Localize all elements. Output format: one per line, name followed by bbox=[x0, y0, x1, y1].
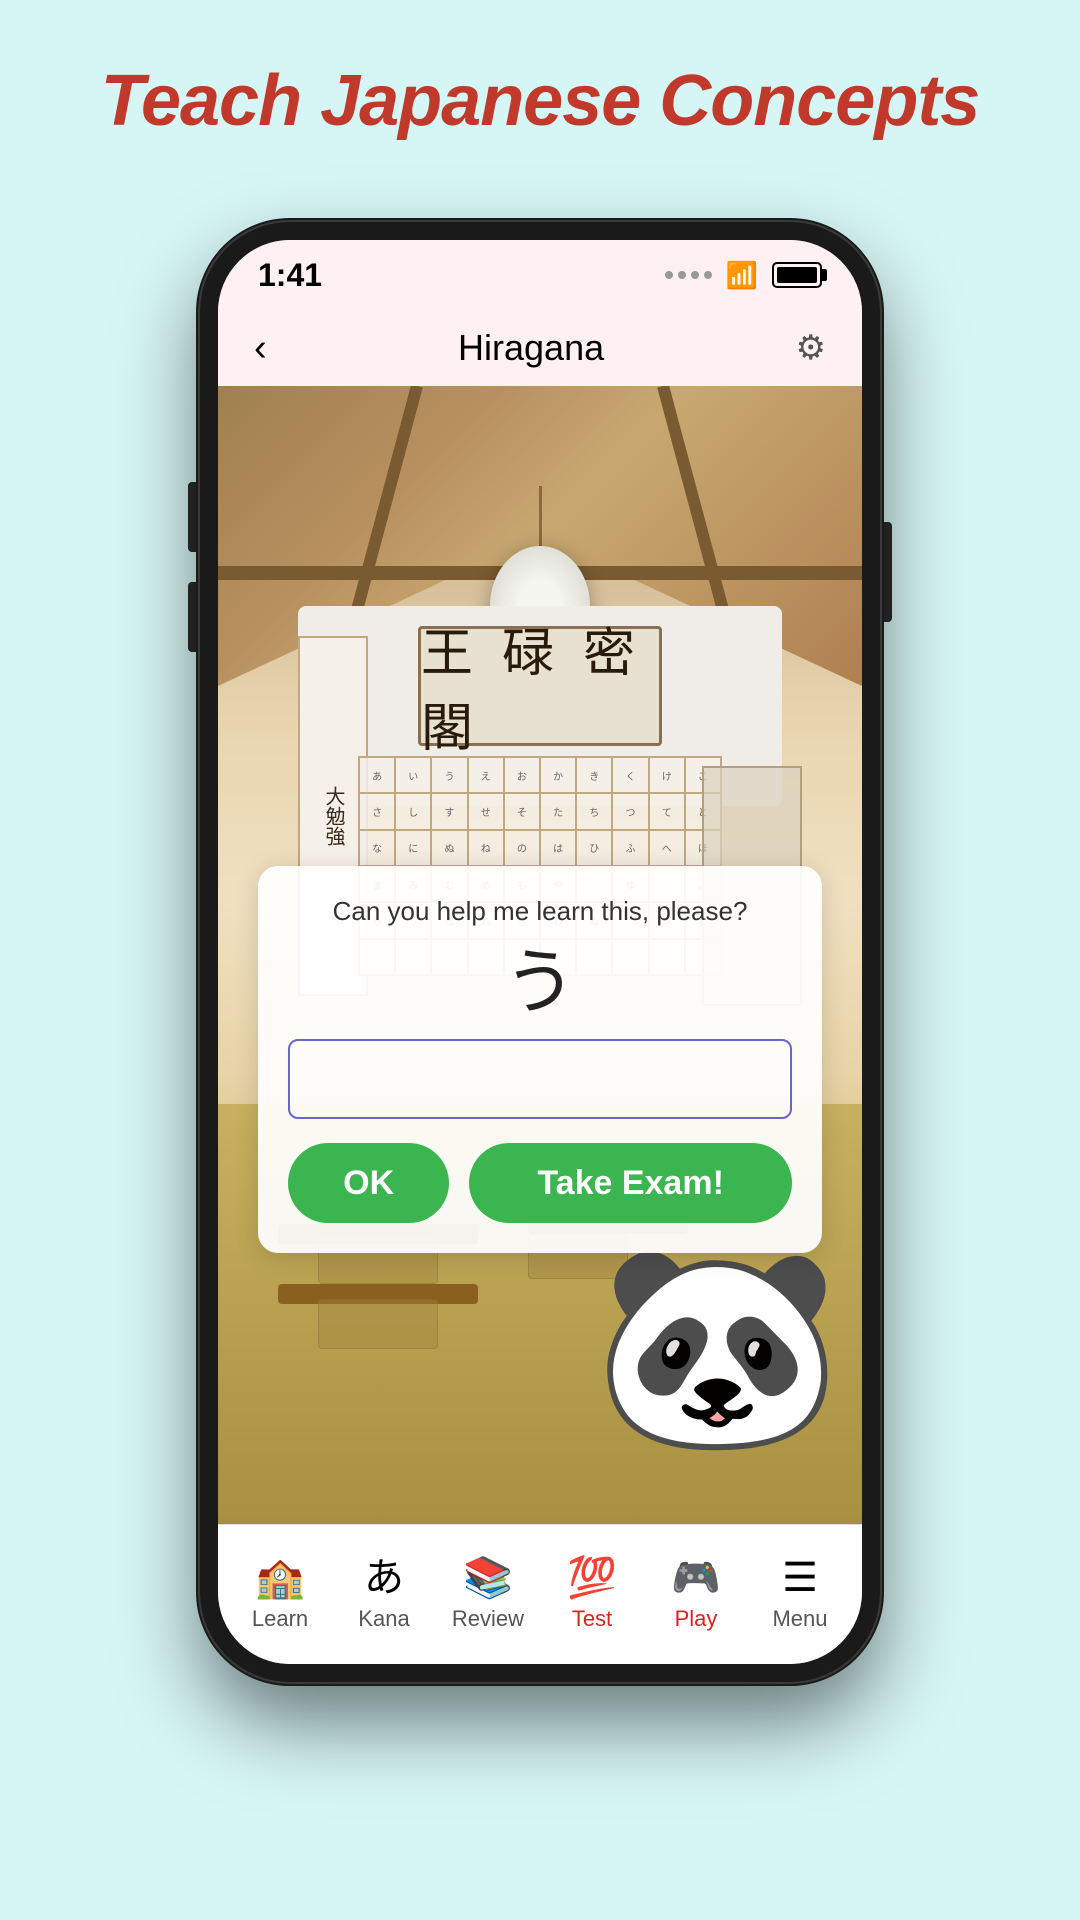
chart-cell: け bbox=[649, 757, 685, 793]
status-time: 1:41 bbox=[258, 257, 322, 294]
chart-cell: は bbox=[540, 830, 576, 866]
wifi-icon: 📶 bbox=[726, 260, 758, 291]
answer-input[interactable] bbox=[288, 1039, 792, 1119]
chart-cell: さ bbox=[359, 793, 395, 829]
tab-review-label: Review bbox=[452, 1606, 524, 1632]
settings-button[interactable]: ⚙ bbox=[796, 328, 826, 368]
tab-play-label: Play bbox=[675, 1606, 718, 1632]
chart-cell: ふ bbox=[612, 830, 648, 866]
chart-cell: く bbox=[612, 757, 648, 793]
battery-icon bbox=[772, 262, 822, 288]
chart-cell: き bbox=[576, 757, 612, 793]
chart-cell: お bbox=[504, 757, 540, 793]
tab-test[interactable]: 💯 Test bbox=[540, 1558, 644, 1632]
tab-test-label: Test bbox=[572, 1606, 612, 1632]
menu-icon: ☰ bbox=[782, 1558, 818, 1598]
side-kanji-text: 大勉強 bbox=[319, 786, 347, 846]
nav-title: Hiragana bbox=[458, 327, 604, 369]
chart-cell: つ bbox=[612, 793, 648, 829]
main-content: 王 碌 密 閣 大勉強 あいうえおかきくけこさしすせそたちつてとなにぬねのはひふ… bbox=[218, 386, 862, 1524]
chart-cell: へ bbox=[649, 830, 685, 866]
chart-cell: ぬ bbox=[431, 830, 467, 866]
chart-cell: せ bbox=[468, 793, 504, 829]
play-icon: 🎮 bbox=[671, 1558, 721, 1598]
kanji-text: 王 碌 密 閣 bbox=[421, 611, 659, 761]
chart-cell: し bbox=[395, 793, 431, 829]
back-button[interactable]: ‹ bbox=[254, 327, 267, 370]
chart-cell: え bbox=[468, 757, 504, 793]
chart-cell: そ bbox=[504, 793, 540, 829]
phone-frame: 1:41 📶 ‹ Hiragana ⚙ bbox=[200, 222, 880, 1682]
tab-learn-label: Learn bbox=[252, 1606, 308, 1632]
dialog-question: Can you help me learn this, please? bbox=[288, 896, 792, 927]
tab-kana[interactable]: あ Kana bbox=[332, 1558, 436, 1632]
nav-bar: ‹ Hiragana ⚙ bbox=[218, 310, 862, 386]
cushion-2 bbox=[318, 1299, 438, 1349]
dialog-kana: う bbox=[288, 947, 792, 1019]
power-button bbox=[884, 522, 892, 622]
tab-menu-label: Menu bbox=[772, 1606, 827, 1632]
status-icons: 📶 bbox=[665, 260, 822, 291]
kanji-frame: 王 碌 密 閣 bbox=[418, 626, 662, 746]
chart-cell: す bbox=[431, 793, 467, 829]
dialog-buttons: OK Take Exam! bbox=[288, 1143, 792, 1223]
chart-cell: に bbox=[395, 830, 431, 866]
volume-down-button bbox=[188, 582, 196, 652]
chart-cell: ち bbox=[576, 793, 612, 829]
dialog-box: Can you help me learn this, please? う OK… bbox=[258, 866, 822, 1253]
page-title: Teach Japanese Concepts bbox=[101, 60, 980, 142]
chart-cell: あ bbox=[359, 757, 395, 793]
chart-cell: て bbox=[649, 793, 685, 829]
chart-cell: ね bbox=[468, 830, 504, 866]
phone-screen: 1:41 📶 ‹ Hiragana ⚙ bbox=[218, 240, 862, 1664]
volume-up-button bbox=[188, 482, 196, 552]
tab-menu[interactable]: ☰ Menu bbox=[748, 1558, 852, 1632]
chart-cell: う bbox=[431, 757, 467, 793]
review-icon: 📚 bbox=[463, 1558, 513, 1598]
take-exam-button[interactable]: Take Exam! bbox=[469, 1143, 792, 1223]
tab-learn[interactable]: 🏫 Learn bbox=[228, 1558, 332, 1632]
tab-review[interactable]: 📚 Review bbox=[436, 1558, 540, 1632]
chart-cell: な bbox=[359, 830, 395, 866]
tab-kana-label: Kana bbox=[358, 1606, 409, 1632]
panda-icon: 🐼 bbox=[593, 1229, 842, 1464]
kana-icon: あ bbox=[364, 1558, 404, 1598]
signal-icon bbox=[665, 271, 712, 279]
chart-cell: ひ bbox=[576, 830, 612, 866]
learn-icon: 🏫 bbox=[255, 1558, 305, 1598]
test-icon: 💯 bbox=[567, 1558, 617, 1598]
status-bar: 1:41 📶 bbox=[218, 240, 862, 310]
chart-cell: た bbox=[540, 793, 576, 829]
tab-play[interactable]: 🎮 Play bbox=[644, 1558, 748, 1632]
tab-bar: 🏫 Learn あ Kana 📚 Review 💯 Test 🎮 Play ☰ bbox=[218, 1524, 862, 1664]
chart-cell: の bbox=[504, 830, 540, 866]
chart-cell: か bbox=[540, 757, 576, 793]
chart-cell: い bbox=[395, 757, 431, 793]
ok-button[interactable]: OK bbox=[288, 1143, 449, 1223]
